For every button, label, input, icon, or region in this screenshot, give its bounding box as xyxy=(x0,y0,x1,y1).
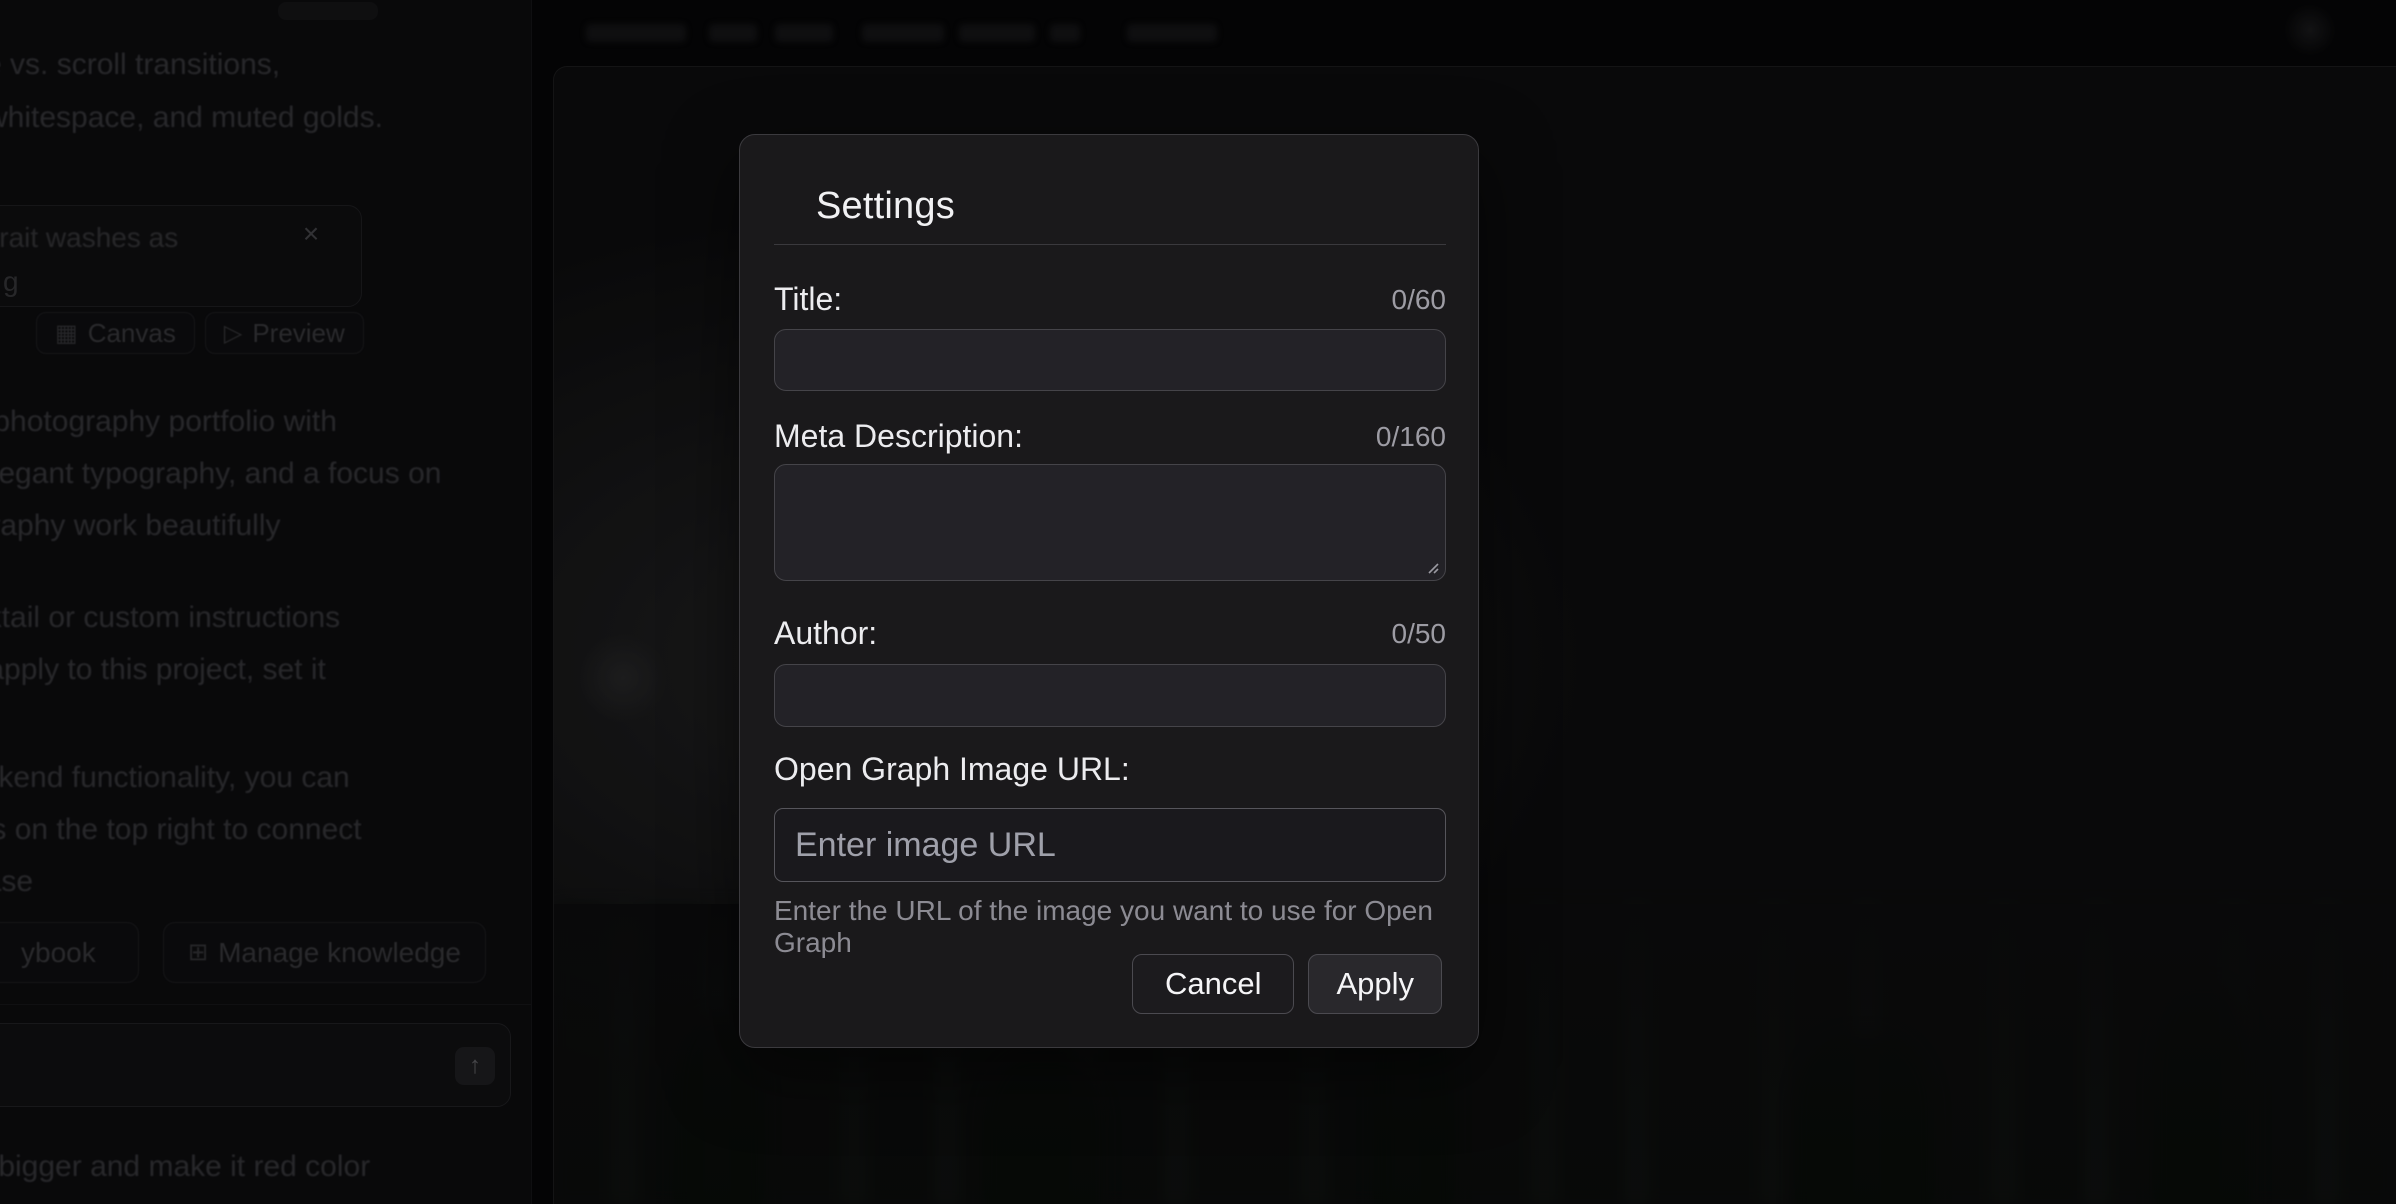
meta-description-textarea[interactable] xyxy=(774,464,1446,581)
title-field-row: Title: 0/60 xyxy=(774,281,1446,318)
meta-description-char-counter: 0/160 xyxy=(1376,421,1446,453)
settings-dialog: Settings Title: 0/60 Meta Description: 0… xyxy=(739,134,1479,1048)
author-field-row: Author: 0/50 xyxy=(774,615,1446,652)
og-image-url-label: Open Graph Image URL: xyxy=(774,751,1130,788)
og-image-field-row: Open Graph Image URL: xyxy=(774,751,1446,788)
meta-description-field-row: Meta Description: 0/160 xyxy=(774,418,1446,455)
title-char-counter: 0/60 xyxy=(1392,284,1447,316)
dialog-actions: Cancel Apply xyxy=(1132,954,1442,1014)
author-label: Author: xyxy=(774,615,877,652)
title-label: Title: xyxy=(774,281,842,318)
resize-handle-icon[interactable] xyxy=(1423,558,1440,575)
dialog-title: Settings xyxy=(816,187,955,225)
dialog-divider xyxy=(774,244,1446,245)
meta-description-wrap xyxy=(774,464,1446,581)
cancel-button[interactable]: Cancel xyxy=(1132,954,1295,1014)
title-input[interactable] xyxy=(774,329,1446,391)
meta-description-label: Meta Description: xyxy=(774,418,1023,455)
og-image-helper-text: Enter the URL of the image you want to u… xyxy=(774,895,1478,959)
apply-button[interactable]: Apply xyxy=(1308,954,1442,1014)
author-char-counter: 0/50 xyxy=(1392,618,1447,650)
author-input[interactable] xyxy=(774,664,1446,727)
og-image-url-input[interactable] xyxy=(774,808,1446,882)
